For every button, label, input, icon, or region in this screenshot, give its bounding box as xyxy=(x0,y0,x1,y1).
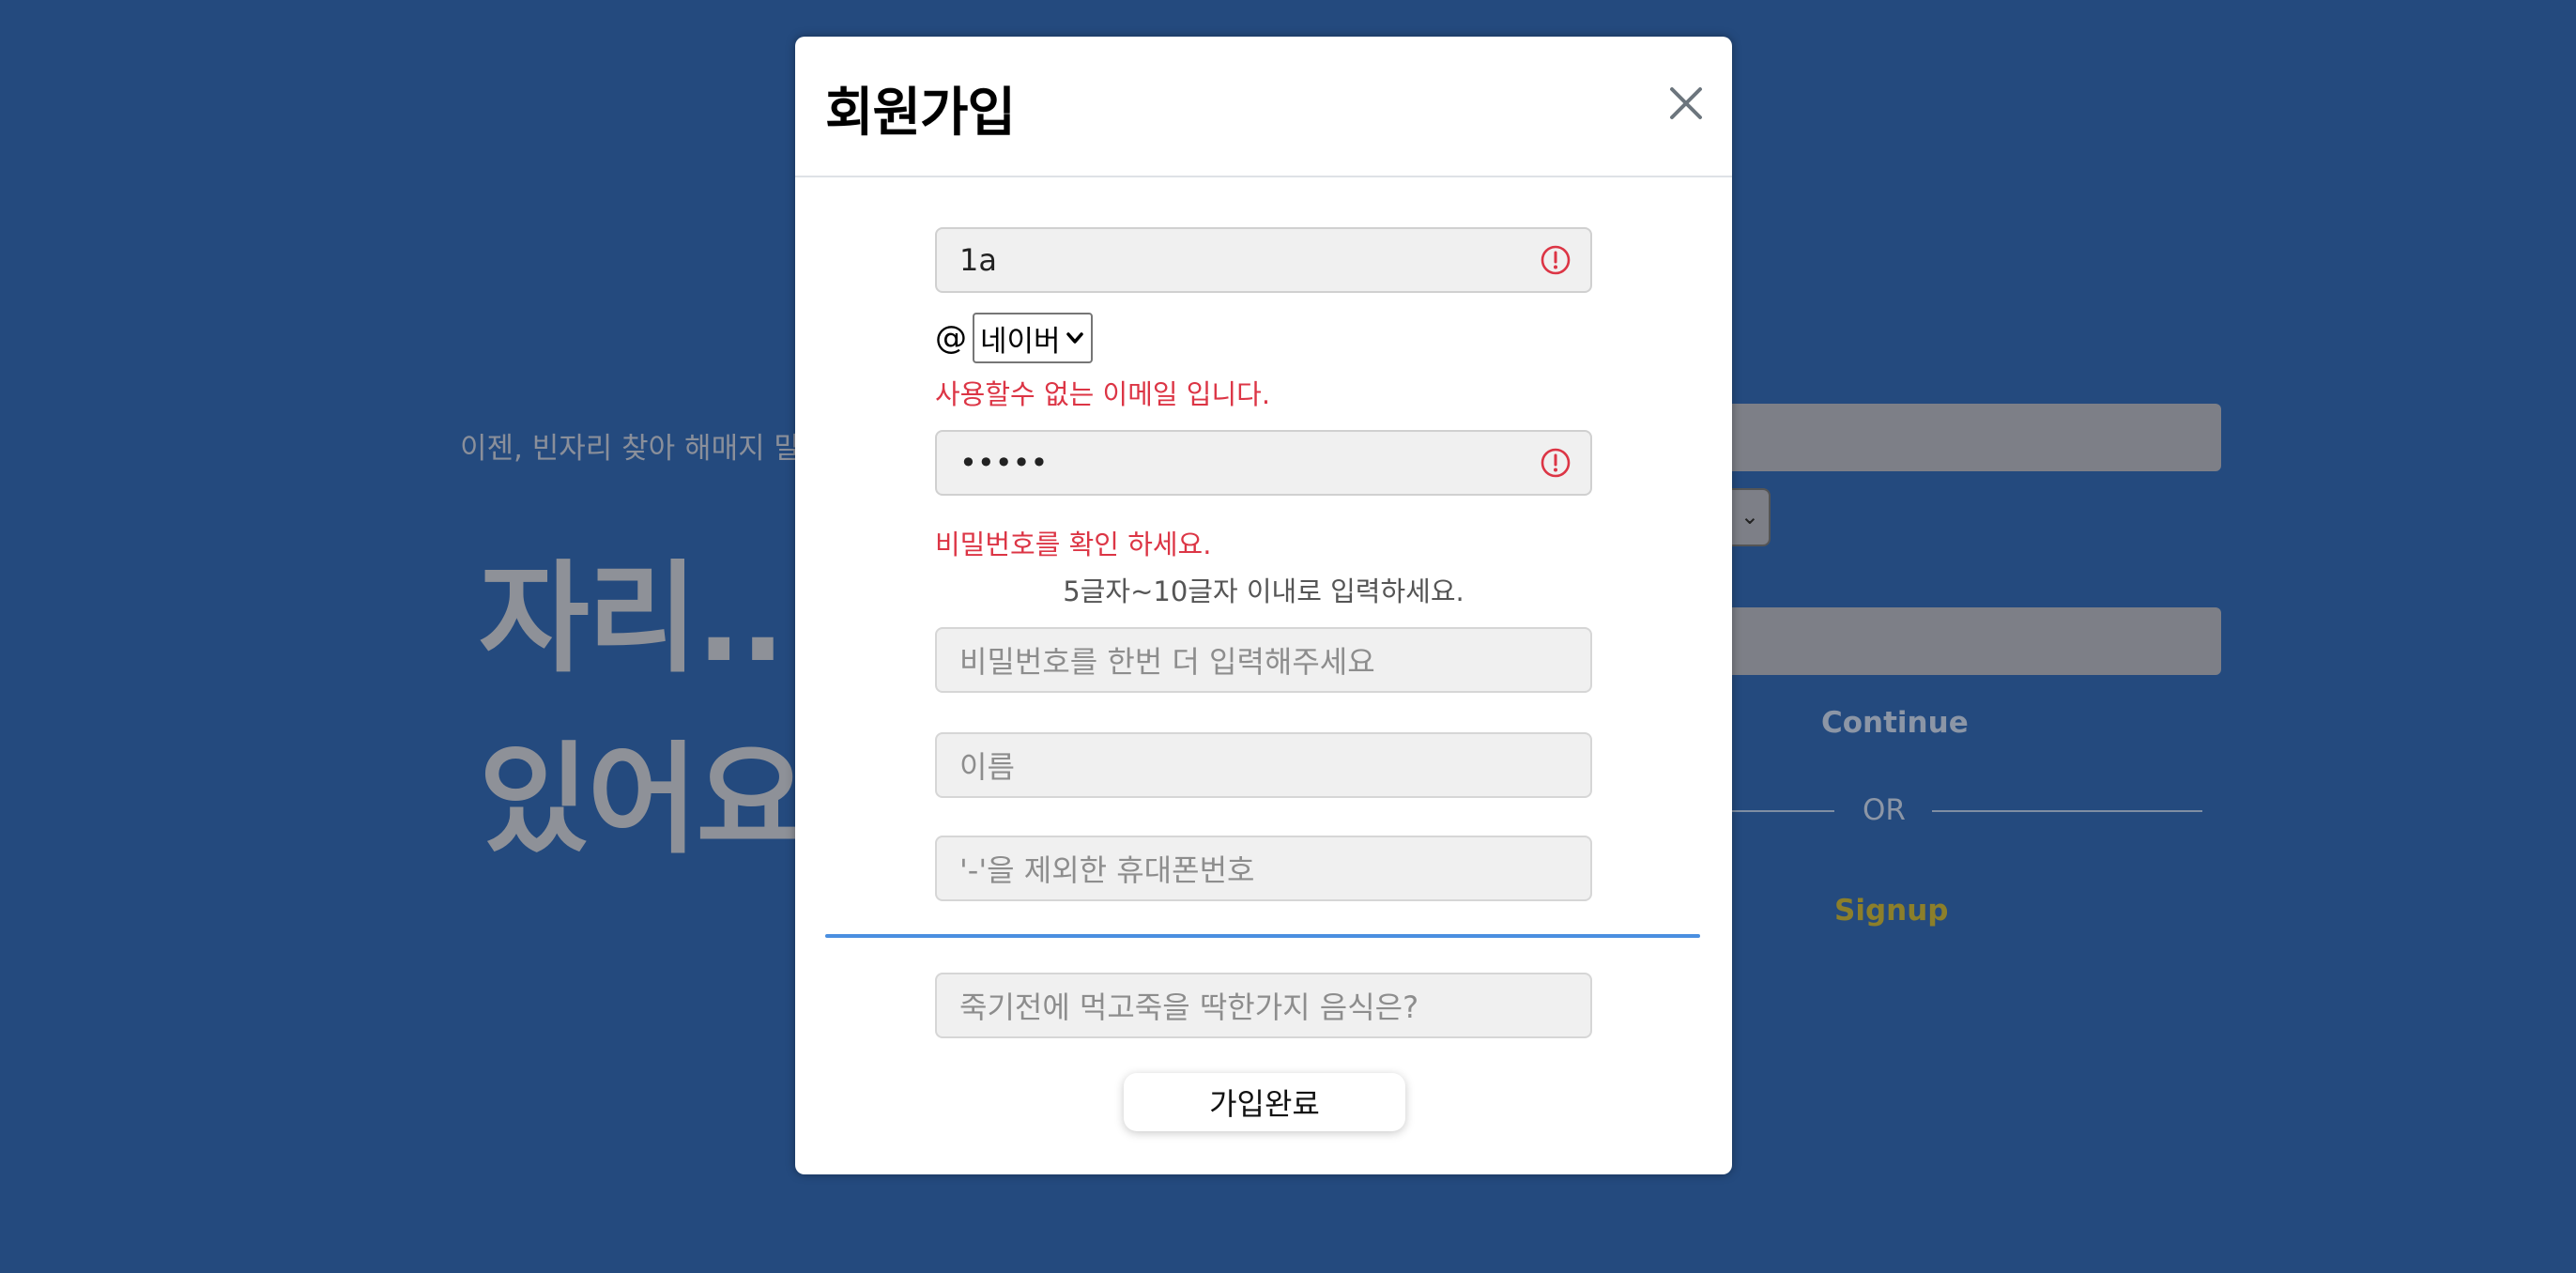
signup-complete-button[interactable]: 가입완료 xyxy=(1124,1073,1405,1131)
password-input[interactable]: ••••• xyxy=(935,430,1592,496)
security-question-placeholder: 죽기전에 먹고죽을 딱한가지 음식은? xyxy=(959,989,1419,1025)
background-or-label: OR xyxy=(1863,793,1906,827)
background-or-divider-right xyxy=(1932,810,2202,812)
background-email-input xyxy=(1680,404,2221,471)
password-confirm-placeholder: 비밀번호를 한번 더 입력해주세요 xyxy=(959,644,1375,680)
background-subtitle: 이젠, 빈자리 찾아 해매지 말고 xyxy=(460,432,828,466)
close-icon xyxy=(1670,87,1702,119)
chevron-down-icon: ⌄ xyxy=(1740,503,1759,529)
security-question-input[interactable]: 죽기전에 먹고죽을 딱한가지 음식은? xyxy=(935,973,1592,1038)
password-confirm-input[interactable]: 비밀번호를 한번 더 입력해주세요 xyxy=(935,627,1592,693)
phone-input[interactable]: '-'을 제외한 휴대폰번호 xyxy=(935,836,1592,901)
phone-placeholder: '-'을 제외한 휴대폰번호 xyxy=(959,852,1255,888)
modal-header: 회원가입 xyxy=(795,37,1732,177)
at-sign: @ xyxy=(935,319,967,357)
email-domain-row: @ 네이버 xyxy=(935,313,1093,363)
error-icon xyxy=(1541,245,1571,275)
error-icon xyxy=(1541,448,1571,478)
password-hint: 5글자~10글자 이내로 입력하세요. xyxy=(1063,575,1464,607)
background-continue-button: Continue xyxy=(1821,706,1969,740)
close-button[interactable] xyxy=(1664,82,1708,125)
email-error-message: 사용할수 없는 이메일 입니다. xyxy=(935,378,1271,410)
signup-modal: 회원가입 1a @ 네이버 사용할수 없는 이메일 입니다. ••••• 비밀번… xyxy=(795,37,1732,1174)
name-placeholder: 이름 xyxy=(959,749,1015,785)
password-value: ••••• xyxy=(959,445,1049,481)
background-signup-link: Signup xyxy=(1834,894,1949,928)
password-error-message: 비밀번호를 확인 하세요. xyxy=(935,529,1212,560)
section-divider xyxy=(825,934,1700,938)
email-domain-selected: 네이버 xyxy=(980,324,1061,359)
chevron-down-icon xyxy=(1066,332,1083,344)
background-password-input xyxy=(1680,607,2221,675)
background-hero-line1: 자리.. xyxy=(479,549,786,689)
email-id-input[interactable]: 1a xyxy=(935,227,1592,293)
email-id-value: 1a xyxy=(959,242,997,278)
name-input[interactable]: 이름 xyxy=(935,732,1592,798)
background-or-divider-left xyxy=(1727,810,1834,812)
email-domain-select[interactable]: 네이버 xyxy=(973,313,1093,363)
modal-title: 회원가입 xyxy=(825,83,1016,144)
